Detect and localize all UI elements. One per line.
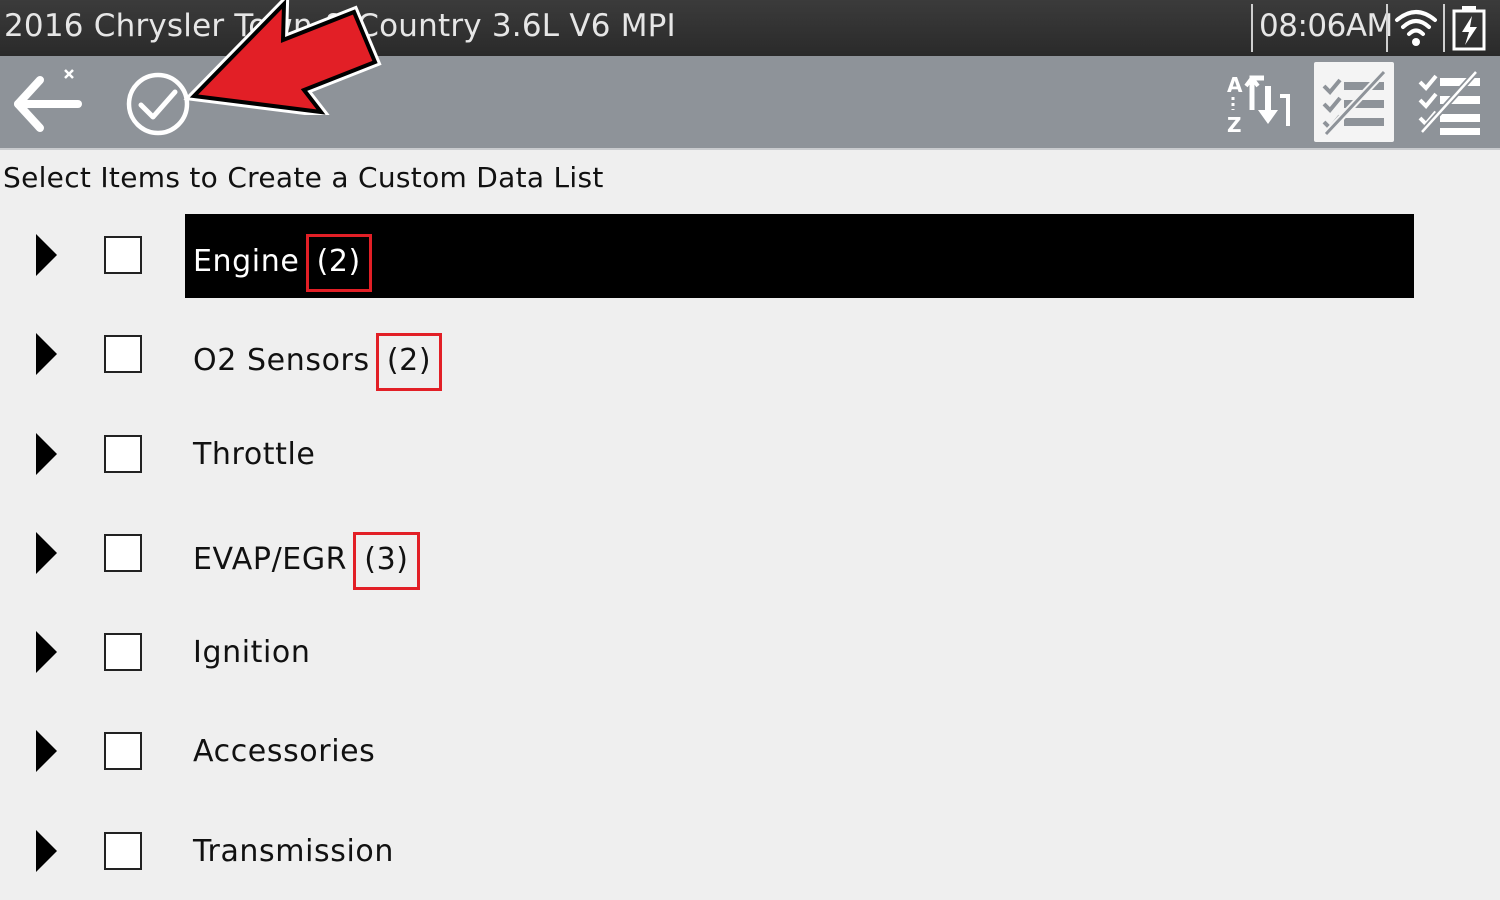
data-group-list: Engine (2) O2 Sensors (2) Throttle EVAP/EGR…: [0, 212, 1500, 900]
item-name: Accessories: [193, 734, 376, 770]
list-item[interactable]: Throttle: [0, 411, 1500, 510]
status-divider: [1251, 4, 1253, 52]
item-label: Transmission: [193, 830, 394, 874]
item-checkbox[interactable]: [104, 335, 142, 374]
item-checkbox[interactable]: [104, 434, 142, 473]
item-name: Throttle: [193, 436, 316, 472]
item-checkbox[interactable]: [104, 732, 142, 771]
list-item[interactable]: EVAP/EGR (3): [0, 510, 1500, 609]
item-label-area[interactable]: O2 Sensors (2): [185, 313, 1414, 397]
expand-arrow-icon[interactable]: [36, 730, 57, 773]
expand-arrow-icon[interactable]: [36, 432, 57, 475]
item-name: O2 Sensors: [193, 343, 370, 379]
item-checkbox[interactable]: [104, 831, 142, 870]
expand-arrow-icon[interactable]: [36, 333, 57, 376]
vehicle-title: 2016 Chrysler Town & Country 3.6L V6 MPI: [4, 8, 676, 44]
expand-arrow-icon[interactable]: [36, 531, 57, 574]
item-label: Ignition: [193, 631, 311, 675]
item-label: Engine (2): [193, 234, 372, 292]
wifi-icon: [1395, 10, 1437, 46]
list-item[interactable]: Accessories: [0, 708, 1500, 807]
item-label-area[interactable]: Engine (2): [185, 214, 1414, 298]
item-name: Ignition: [193, 635, 311, 671]
expand-arrow-icon[interactable]: [36, 829, 57, 872]
sort-button[interactable]: A Z: [1222, 66, 1296, 138]
checkmark-circle-icon: [126, 72, 190, 136]
item-label: Accessories: [193, 730, 375, 774]
select-toggle-icon: [1322, 69, 1387, 137]
item-label: Throttle: [193, 433, 316, 477]
list-item[interactable]: O2 Sensors (2): [0, 311, 1500, 410]
item-label-area[interactable]: Accessories: [185, 710, 1414, 794]
list-item[interactable]: Transmission: [0, 808, 1500, 900]
expand-arrow-icon[interactable]: [36, 631, 57, 674]
clock: 08:06AM: [1259, 8, 1393, 44]
item-checkbox[interactable]: [104, 236, 142, 274]
accept-button[interactable]: [122, 68, 194, 140]
status-bar: 2016 Chrysler Town & Country 3.6L V6 MPI…: [0, 0, 1500, 56]
sort-az-icon: A Z: [1227, 73, 1290, 137]
svg-text:A: A: [1227, 73, 1243, 97]
item-count: (3): [353, 531, 420, 590]
item-label-area[interactable]: Throttle: [185, 413, 1414, 497]
item-count: (2): [305, 234, 372, 292]
list-item[interactable]: Engine (2): [0, 212, 1500, 311]
expand-arrow-icon[interactable]: [36, 234, 57, 276]
scan-tool-screen: 2016 Chrysler Town & Country 3.6L V6 MPI…: [0, 0, 1500, 900]
select-toggle-button[interactable]: [1314, 62, 1394, 142]
item-name: Transmission: [193, 833, 394, 869]
battery-charging-icon: [1452, 6, 1486, 51]
list-item[interactable]: Ignition: [0, 609, 1500, 708]
item-name: Engine: [193, 244, 300, 279]
back-button[interactable]: [10, 66, 88, 134]
toolbar: A Z: [0, 56, 1500, 150]
item-checkbox[interactable]: [104, 633, 142, 672]
select-all-button[interactable]: [1414, 66, 1486, 138]
item-label: EVAP/EGR (3): [193, 531, 420, 590]
status-divider: [1443, 4, 1445, 52]
item-label-area[interactable]: EVAP/EGR (3): [185, 512, 1414, 596]
item-label-area[interactable]: Ignition: [185, 611, 1414, 695]
status-divider: [1386, 4, 1388, 52]
item-label: O2 Sensors (2): [193, 333, 443, 392]
instruction-text: Select Items to Create a Custom Data Lis…: [3, 161, 604, 194]
back-exit-icon: [14, 69, 82, 132]
item-checkbox[interactable]: [104, 533, 142, 572]
item-name: EVAP/EGR: [193, 541, 348, 577]
item-count: (2): [375, 333, 443, 392]
item-label-area[interactable]: Transmission: [185, 810, 1414, 894]
select-all-icon: [1418, 69, 1480, 135]
svg-text:Z: Z: [1227, 113, 1242, 137]
